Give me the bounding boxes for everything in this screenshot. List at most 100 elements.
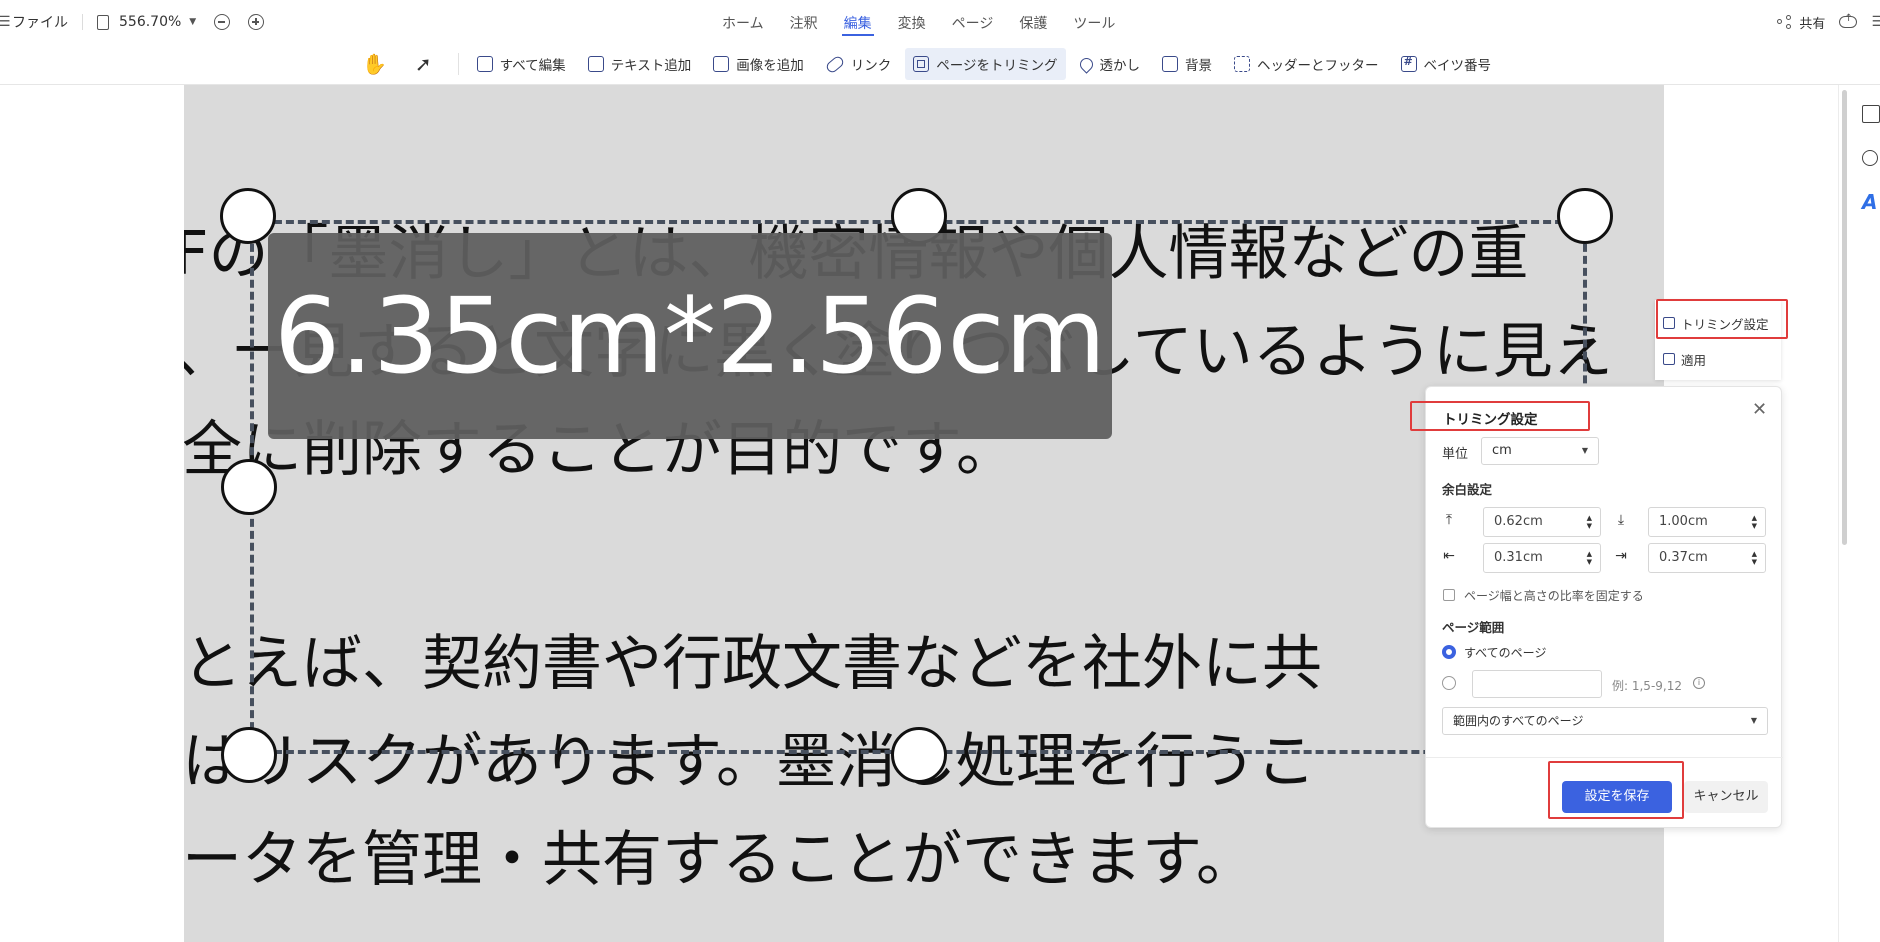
right-margin-value: 0.37cm bbox=[1659, 550, 1708, 565]
unit-select-value: cm bbox=[1492, 443, 1512, 458]
apply-icon bbox=[1663, 353, 1675, 365]
watermark-button[interactable]: 透かし bbox=[1072, 48, 1149, 80]
tab-edit[interactable]: 編集 bbox=[841, 0, 874, 44]
cancel-button[interactable]: キャンセル bbox=[1684, 781, 1768, 813]
tab-home[interactable]: ホーム bbox=[722, 0, 764, 44]
share-icon[interactable] bbox=[1777, 15, 1793, 29]
ai-assistant-icon[interactable]: A bbox=[1862, 190, 1880, 214]
zoom-in-icon[interactable] bbox=[248, 14, 265, 30]
top-right-actions: 共有 ☰ bbox=[1777, 0, 1880, 44]
main-tabs: ホーム 注釈 編集 変換 ページ 保護 ツール bbox=[722, 0, 1141, 44]
chevron-down-icon[interactable]: ▼ bbox=[189, 17, 196, 27]
menu-icon[interactable]: ☰ bbox=[0, 14, 11, 30]
add-image-button[interactable]: 画像を追加 bbox=[705, 48, 812, 80]
crop-icon bbox=[913, 56, 930, 72]
text-fragment-top bbox=[184, 85, 644, 124]
crop-handle-bottom-left[interactable] bbox=[221, 727, 277, 783]
link-label: リンク bbox=[850, 58, 892, 74]
bates-number-button[interactable]: ベイツ番号 bbox=[1393, 48, 1500, 80]
file-zoom-group: ☰ ファイル 556.70% ▼ bbox=[0, 0, 265, 44]
all-pages-radio[interactable] bbox=[1442, 645, 1456, 659]
add-text-icon bbox=[587, 56, 604, 72]
crop-page-button[interactable]: ページをトリミング bbox=[905, 48, 1066, 80]
left-margin-input[interactable]: 0.31cm ▲ ▼ bbox=[1483, 543, 1601, 573]
lock-ratio-label: ページ幅と高さの比率を固定する bbox=[1464, 589, 1644, 603]
add-image-label: 画像を追加 bbox=[736, 58, 804, 74]
page-range-input[interactable] bbox=[1472, 670, 1602, 698]
tab-protect[interactable]: 保護 bbox=[1019, 0, 1047, 44]
search-icon[interactable] bbox=[1862, 150, 1878, 166]
divider bbox=[82, 14, 83, 30]
chevron-down-icon: ▼ bbox=[1750, 716, 1757, 725]
top-menu-bar: ☰ ファイル 556.70% ▼ ホーム 注釈 編集 変換 ページ 保護 ツール… bbox=[0, 0, 1880, 44]
zoom-level[interactable]: 556.70% bbox=[119, 14, 181, 30]
lock-ratio-checkbox[interactable] bbox=[1443, 589, 1455, 601]
close-icon[interactable]: ✕ bbox=[1752, 399, 1767, 420]
spinner-arrows-icon[interactable]: ▲ ▼ bbox=[1587, 514, 1592, 530]
top-margin-input[interactable]: 0.62cm ▲ ▼ bbox=[1483, 507, 1601, 537]
page-view-icon[interactable] bbox=[97, 14, 109, 30]
edit-all-button[interactable]: すべて編集 bbox=[469, 48, 574, 80]
watermark-label: 透かし bbox=[1099, 58, 1141, 74]
bottom-margin-input[interactable]: 1.00cm ▲ ▼ bbox=[1648, 507, 1766, 537]
right-margin-icon: ⇥ bbox=[1615, 548, 1627, 564]
page-range-section-title: ページ範囲 bbox=[1442, 620, 1505, 635]
crop-handle-top-right[interactable] bbox=[1557, 188, 1613, 244]
toolbar-strip: ✋ ➚ すべて編集 テキスト追加 画像を追加 リンク ページをトリミング 透かし bbox=[356, 44, 1505, 84]
crop-handle-bottom-middle[interactable] bbox=[891, 727, 947, 783]
right-margin-input[interactable]: 0.37cm ▲ ▼ bbox=[1648, 543, 1766, 573]
add-image-icon bbox=[713, 56, 730, 72]
top-margin-value: 0.62cm bbox=[1494, 514, 1543, 529]
tab-tools[interactable]: ツール bbox=[1073, 0, 1115, 44]
select-tool-icon[interactable]: ➚ bbox=[409, 48, 438, 80]
header-footer-button[interactable]: ヘッダーとフッター bbox=[1226, 48, 1387, 80]
apply-menu-item[interactable]: 適用 bbox=[1659, 342, 1777, 376]
background-label: 背景 bbox=[1185, 58, 1213, 74]
spinner-arrows-icon[interactable]: ▲ ▼ bbox=[1752, 514, 1757, 530]
crop-handle-middle-left[interactable] bbox=[221, 459, 277, 515]
top-margin-icon: ⤒ bbox=[1445, 512, 1453, 528]
spinner-arrows-icon[interactable]: ▲ ▼ bbox=[1587, 550, 1592, 566]
spinner-arrows-icon[interactable]: ▲ ▼ bbox=[1752, 550, 1757, 566]
link-button[interactable]: リンク bbox=[818, 48, 900, 80]
page-subset-value: 範囲内のすべてのページ bbox=[1453, 714, 1584, 728]
crop-dimension-tooltip: 6.35cm*2.56cm bbox=[268, 233, 1112, 439]
custom-range-radio[interactable] bbox=[1442, 676, 1456, 690]
watermark-icon bbox=[1076, 54, 1096, 74]
page-subset-select[interactable]: 範囲内のすべてのページ ▼ bbox=[1442, 707, 1768, 735]
unit-label: 単位 bbox=[1442, 447, 1469, 462]
add-text-button[interactable]: テキスト追加 bbox=[580, 48, 700, 80]
vertical-scrollbar[interactable] bbox=[1842, 90, 1847, 545]
bottom-margin-icon: ⤓ bbox=[1617, 512, 1625, 528]
more-menu-icon[interactable]: ☰ bbox=[1871, 14, 1880, 30]
divider bbox=[457, 53, 459, 75]
panel-divider bbox=[1426, 757, 1783, 758]
file-menu[interactable]: ファイル bbox=[12, 12, 68, 32]
all-pages-label: すべてのページ bbox=[1464, 646, 1547, 660]
link-icon bbox=[824, 54, 846, 74]
share-button[interactable]: 共有 bbox=[1799, 13, 1825, 32]
unit-select[interactable]: cm ▼ bbox=[1481, 437, 1599, 465]
add-text-label: テキスト追加 bbox=[610, 58, 692, 74]
tab-page[interactable]: ページ bbox=[952, 0, 994, 44]
cloud-upload-icon[interactable] bbox=[1839, 13, 1858, 28]
bates-number-label: ベイツ番号 bbox=[1423, 58, 1492, 74]
background-button[interactable]: 背景 bbox=[1154, 48, 1220, 80]
edit-all-label: すべて編集 bbox=[499, 58, 566, 74]
edit-all-icon bbox=[476, 56, 493, 72]
apply-label: 適用 bbox=[1681, 352, 1707, 368]
bates-number-icon bbox=[1400, 55, 1417, 72]
tab-convert[interactable]: 変換 bbox=[898, 0, 926, 44]
properties-panel-icon[interactable] bbox=[1862, 105, 1880, 123]
bottom-margin-value: 1.00cm bbox=[1659, 514, 1708, 529]
info-icon[interactable]: i bbox=[1693, 677, 1705, 689]
tab-annotate[interactable]: 注釈 bbox=[790, 0, 818, 44]
background-icon bbox=[1162, 56, 1179, 72]
zoom-out-icon[interactable] bbox=[214, 14, 231, 30]
edit-toolbar: ✋ ➚ すべて編集 テキスト追加 画像を追加 リンク ページをトリミング 透かし bbox=[0, 44, 1880, 84]
page-range-hint: 例: 1,5-9,12 bbox=[1612, 679, 1682, 693]
highlight-save-button bbox=[1548, 761, 1684, 819]
crop-page-label: ページをトリミング bbox=[936, 58, 1058, 74]
highlight-crop-settings bbox=[1656, 299, 1788, 339]
hand-tool-icon[interactable]: ✋ bbox=[356, 48, 393, 80]
